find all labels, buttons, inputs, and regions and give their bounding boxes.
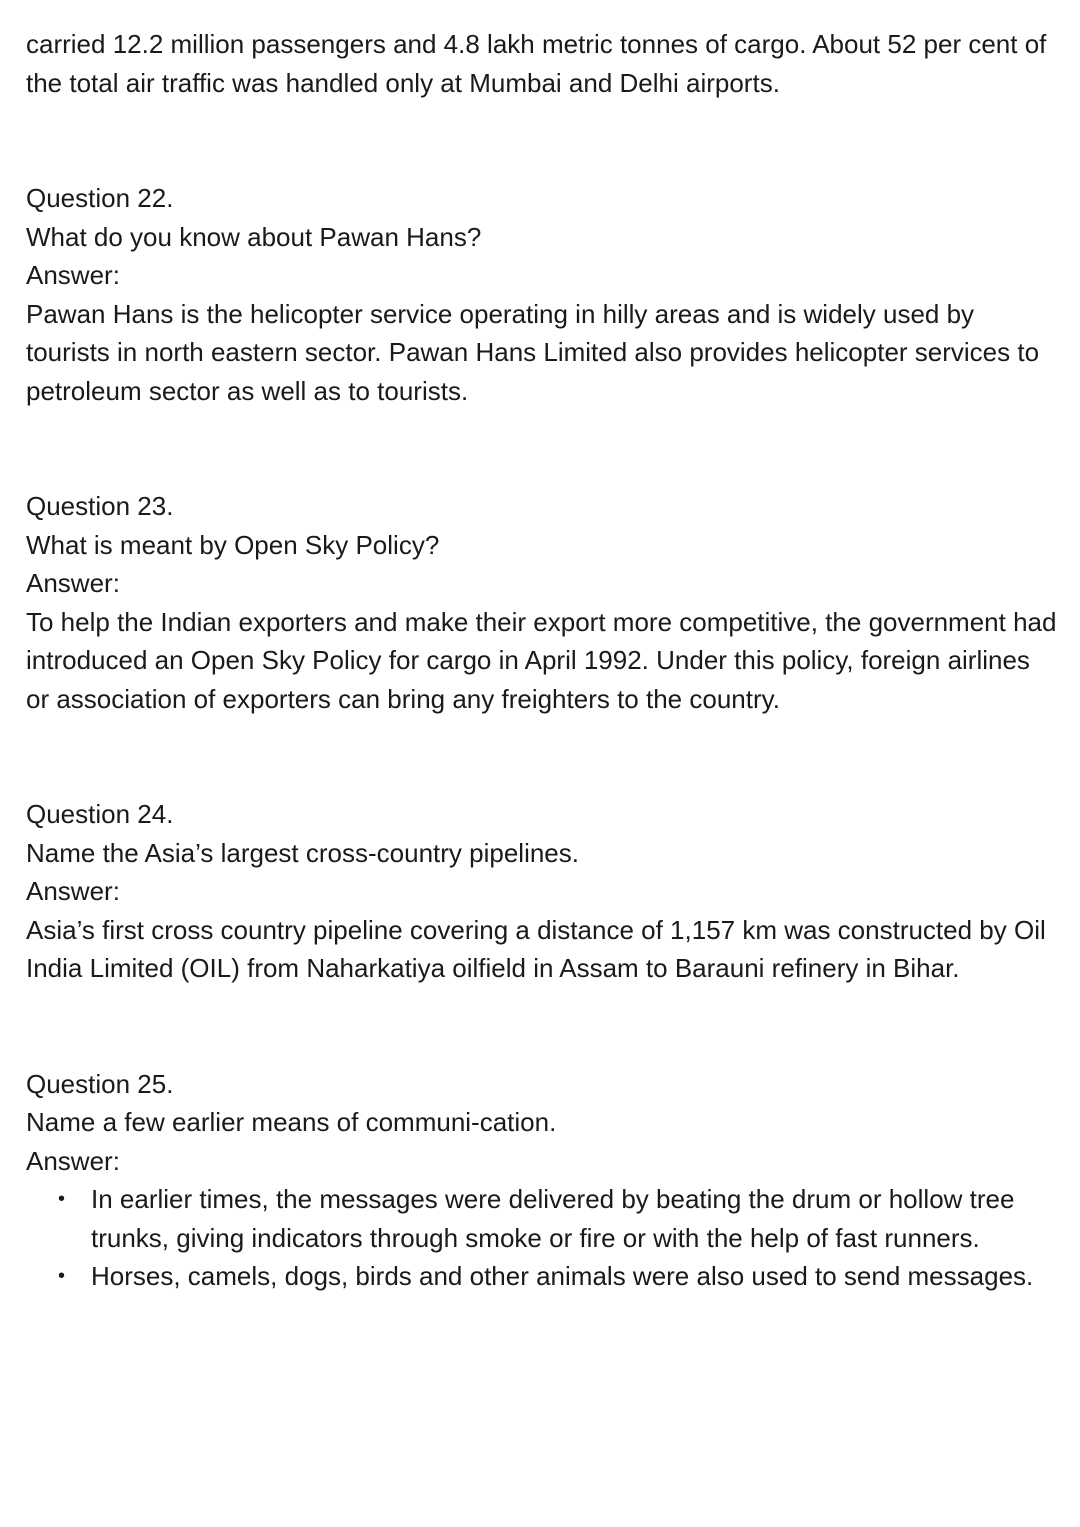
bullet-icon: • bbox=[58, 1265, 66, 1287]
question-text: Name a few earlier means of communi-cati… bbox=[26, 1107, 557, 1137]
answer-label: Answer: bbox=[26, 876, 120, 906]
question-heading: Question 23. bbox=[26, 491, 174, 521]
document-content: carried 12.2 million passengers and 4.8 … bbox=[26, 25, 1060, 1296]
answer-bullet-item: • Horses, camels, dogs, birds and other … bbox=[26, 1257, 1060, 1296]
answer-text: To help the Indian exporters and make th… bbox=[26, 606, 1057, 714]
question-block-22: Question 22. What do you know about Pawa… bbox=[26, 179, 1060, 410]
page-body: { "intro": { "text": "carried 12.2 milli… bbox=[0, 0, 1080, 1527]
intro-paragraph: carried 12.2 million passengers and 4.8 … bbox=[26, 29, 1047, 98]
question-text: What do you know about Pawan Hans? bbox=[26, 221, 482, 252]
answer-bullet-item: • In earlier times, the messages were de… bbox=[26, 1180, 1060, 1257]
question-text: Name the Asia’s largest cross-country pi… bbox=[26, 837, 579, 868]
question-heading: Question 24. bbox=[26, 799, 174, 829]
question-block-25: Question 25. Name a few earlier means of… bbox=[26, 1065, 1060, 1296]
question-heading: Question 22. bbox=[26, 183, 174, 213]
answer-bullet-list: • In earlier times, the messages were de… bbox=[26, 1180, 1060, 1296]
answer-text: Asia’s first cross country pipeline cove… bbox=[26, 914, 1046, 984]
question-heading: Question 25. bbox=[26, 1068, 174, 1099]
question-block-24: Question 24. Name the Asia’s largest cro… bbox=[26, 795, 1060, 988]
question-block-23: Question 23. What is meant by Open Sky P… bbox=[26, 487, 1060, 718]
answer-label: Answer: bbox=[26, 568, 120, 598]
question-text: What is meant by Open Sky Policy? bbox=[26, 529, 440, 560]
answer-label: Answer: bbox=[26, 260, 120, 290]
answer-label: Answer: bbox=[26, 1145, 120, 1176]
answer-text: Pawan Hans is the helicopter service ope… bbox=[26, 298, 1040, 406]
bullet-text: Horses, camels, dogs, birds and other an… bbox=[91, 1261, 1034, 1291]
bullet-text: In earlier times, the messages were deli… bbox=[91, 1184, 1015, 1253]
bullet-icon: • bbox=[58, 1188, 66, 1210]
